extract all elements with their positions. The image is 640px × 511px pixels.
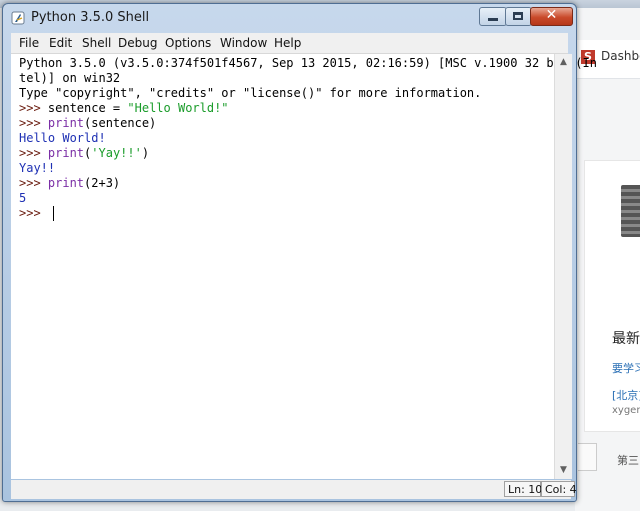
maximize-icon <box>513 12 523 20</box>
text-cursor <box>53 206 54 221</box>
code-text: (2+3) <box>84 176 121 190</box>
code-text: ) <box>141 146 150 160</box>
prompt: >>> <box>19 206 48 220</box>
status-bar: Ln: 10 Col: 4 <box>11 480 577 499</box>
menu-debug[interactable]: Debug <box>118 36 157 50</box>
menu-bar: File Edit Shell Debug Options Window Hel… <box>11 33 568 54</box>
scroll-down-icon[interactable]: ▼ <box>555 462 572 479</box>
builtin-keyword: print <box>47 116 85 130</box>
close-icon: ✕ <box>545 7 558 23</box>
background-link[interactable]: 要学习 <box>612 360 640 376</box>
prompt: >>> <box>19 101 48 115</box>
banner-line: Type "copyright", "credits" or "license(… <box>19 86 482 100</box>
prompt: >>> <box>19 176 48 190</box>
scroll-up-icon[interactable]: ▲ <box>555 54 572 71</box>
input-line: >>> print('Yay!!') <box>19 146 149 161</box>
input-line: >>> print(sentence) <box>19 116 156 131</box>
builtin-keyword: print <box>47 176 85 190</box>
shell-text-area[interactable]: Python 3.5.0 (v3.5.0:374f501f4567, Sep 1… <box>11 54 597 479</box>
string-literal: "Hello World!" <box>127 101 229 115</box>
close-button[interactable]: ✕ <box>530 7 573 26</box>
menu-shell[interactable]: Shell <box>82 36 111 50</box>
output-line: Yay!! <box>19 161 56 175</box>
menu-options[interactable]: Options <box>165 36 211 50</box>
python-feather-icon <box>11 11 25 25</box>
dashboard-link[interactable]: Dashbo <box>601 49 640 63</box>
background-heading: 最新 <box>612 331 640 347</box>
prompt: >>> <box>19 116 48 130</box>
background-link[interactable]: [北京] <box>612 387 640 403</box>
banner-line: Python 3.5.0 (v3.5.0:374f501f4567, Sep 1… <box>19 56 597 70</box>
minimize-button[interactable] <box>479 7 507 26</box>
background-meta: xygen <box>612 405 640 416</box>
banner-line: tel)] on win32 <box>19 71 121 85</box>
output-line: 5 <box>19 191 27 205</box>
line-number-indicator: Ln: 10 <box>504 481 542 497</box>
background-page-button[interactable] <box>578 443 597 471</box>
builtin-keyword: print <box>47 146 85 160</box>
code-text: sentence = <box>47 101 128 115</box>
current-input-line[interactable]: >>> <box>19 206 48 221</box>
maximize-button[interactable] <box>505 7 532 26</box>
menu-window[interactable]: Window <box>220 36 267 50</box>
code-text: (sentence) <box>84 116 157 130</box>
string-literal: 'Yay!!' <box>91 146 142 160</box>
vertical-scrollbar[interactable]: ▲ ▼ <box>554 54 572 479</box>
minimize-icon <box>488 18 498 21</box>
column-number-indicator: Col: 4 <box>541 481 577 497</box>
idle-shell-window: Python 3.5.0 Shell ✕ File Edit Shell Deb… <box>2 3 597 502</box>
background-page-label[interactable]: 第三 <box>617 452 639 468</box>
input-line: >>> print(2+3) <box>19 176 120 191</box>
menu-file[interactable]: File <box>19 36 39 50</box>
window-title: Python 3.5.0 Shell <box>31 10 150 25</box>
menu-help[interactable]: Help <box>274 36 301 50</box>
prompt: >>> <box>19 146 48 160</box>
input-line: >>> sentence = "Hello World!" <box>19 101 229 116</box>
output-line: Hello World! <box>19 131 106 145</box>
title-bar[interactable]: Python 3.5.0 Shell ✕ <box>3 4 576 31</box>
background-thumbnail[interactable] <box>621 185 640 237</box>
menu-edit[interactable]: Edit <box>49 36 72 50</box>
